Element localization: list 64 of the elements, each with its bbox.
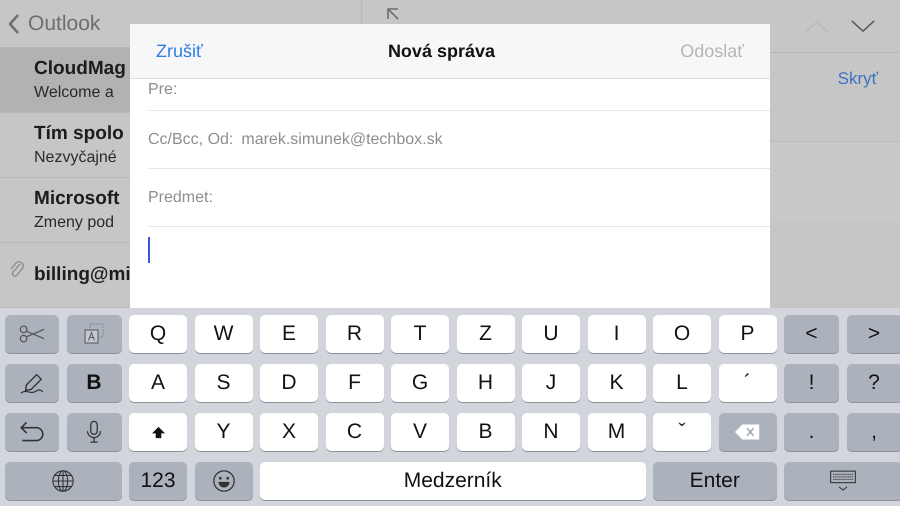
keyboard-key[interactable]: Y — [194, 413, 252, 451]
keyboard-key[interactable]: C — [326, 413, 384, 451]
keyboard-key[interactable] — [5, 413, 59, 451]
field-value: marek.simunek@techbox.sk — [241, 130, 443, 148]
keyboard-key[interactable]: ? — [846, 364, 900, 402]
message-preview: Nezvyčajné — [34, 149, 117, 168]
field-label: Pre: — [148, 81, 178, 99]
keyboard-key[interactable]: T — [391, 315, 449, 353]
keyboard-key[interactable]: E — [260, 315, 318, 353]
field-label: Predmet: — [148, 188, 213, 206]
keyboard-key[interactable]: M — [588, 413, 646, 451]
keyboard-key[interactable]: . — [784, 413, 839, 451]
keyboard-key[interactable]: 123 — [129, 462, 187, 500]
field-label: Cc/Bcc, Od: — [148, 130, 234, 148]
keyboard-key[interactable]: Z — [456, 315, 514, 353]
down-chevron-icon[interactable] — [850, 18, 876, 34]
keyboard-key[interactable]: Q — [129, 315, 187, 353]
keyboard-key[interactable]: R — [326, 315, 384, 353]
keyboard-key[interactable]: H — [456, 364, 514, 402]
cancel-button[interactable]: Zrušiť — [154, 38, 205, 64]
keyboard-key[interactable]: B — [66, 364, 122, 402]
message-sender: billing@mi — [34, 264, 131, 286]
keyboard-key[interactable]: , — [846, 413, 900, 451]
keyboard-key[interactable]: Medzerník — [260, 462, 646, 500]
keyboard-key[interactable]: K — [588, 364, 646, 402]
message-sender: CloudMag — [34, 58, 126, 80]
back-chevron-icon — [8, 12, 20, 35]
keyboard-key[interactable]: > — [846, 315, 900, 353]
keyboard-key[interactable]: ˇ — [653, 413, 711, 451]
keyboard-key[interactable]: V — [391, 413, 449, 451]
keyboard-key[interactable]: B — [456, 413, 514, 451]
keyboard-key[interactable]: F — [326, 364, 384, 402]
message-sender: Tím spolo — [34, 123, 124, 146]
keyboard-key[interactable]: I — [588, 315, 646, 353]
keyboard-key[interactable]: ! — [784, 364, 839, 402]
message-preview: Zmeny pod — [34, 214, 114, 232]
keyboard-key[interactable]: J — [522, 364, 580, 402]
keyboard-key[interactable]: O — [653, 315, 711, 353]
keyboard-key[interactable] — [129, 413, 187, 451]
keyboard-key[interactable] — [5, 364, 59, 402]
keyboard-key[interactable]: X — [260, 413, 318, 451]
expand-arrow-icon[interactable] — [386, 7, 400, 21]
keyboard-key[interactable]: < — [784, 315, 839, 353]
keyboard-icon — [828, 469, 857, 493]
keyboard-key[interactable]: G — [391, 364, 449, 402]
keyboard-key[interactable]: ´ — [718, 364, 776, 402]
keyboard-key[interactable]: A — [129, 364, 187, 402]
sheet-title: Nová správa — [388, 40, 495, 62]
keyboard-key[interactable]: L — [653, 364, 711, 402]
message-preview: Welcome a — [34, 84, 114, 102]
keyboard-key[interactable]: U — [522, 315, 580, 353]
undo-icon — [18, 420, 46, 444]
keyboard-key[interactable] — [66, 413, 122, 451]
keyboard-key[interactable]: Enter — [653, 462, 776, 500]
keyboard-key[interactable]: N — [522, 413, 580, 451]
keyboard-key[interactable]: W — [194, 315, 252, 353]
shift-icon — [150, 426, 166, 438]
message-sender: Microsoft — [34, 188, 120, 210]
keyboard-key[interactable]: D — [260, 364, 318, 402]
keyboard-key[interactable]: S — [194, 364, 252, 402]
keyboard-key[interactable]: P — [718, 315, 776, 353]
pen-icon — [18, 371, 46, 395]
keyboard-key[interactable] — [194, 462, 252, 500]
keyboard-key[interactable] — [5, 462, 122, 500]
